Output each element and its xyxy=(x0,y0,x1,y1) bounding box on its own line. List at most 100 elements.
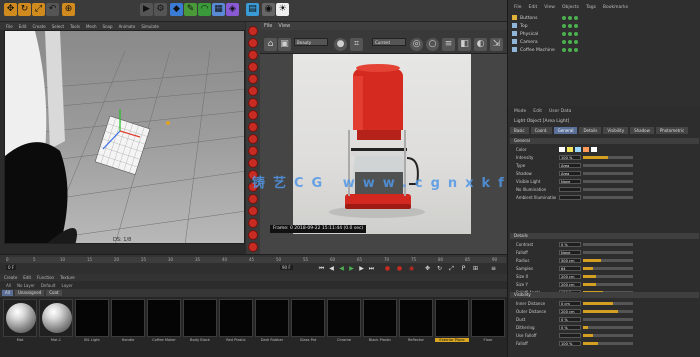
material-slot[interactable]: Chrome xyxy=(327,299,361,353)
property-row[interactable]: Outer Distance 200 cm xyxy=(516,308,696,315)
scene-icon[interactable]: ▤ xyxy=(246,3,259,16)
pv-info-icon[interactable]: ○ xyxy=(426,38,439,51)
object-row[interactable]: Top xyxy=(512,23,697,30)
property-value[interactable]: 0 % xyxy=(559,325,581,330)
param-key-icon[interactable]: P xyxy=(460,265,467,272)
visibility-dot[interactable] xyxy=(562,16,566,20)
pv-export-icon[interactable]: ⇲ xyxy=(490,38,503,51)
property-value[interactable]: 100 % xyxy=(559,155,581,160)
section-details[interactable]: Details xyxy=(510,233,699,239)
goto-start-icon[interactable]: ⏮ xyxy=(318,265,325,272)
end-frame-field[interactable]: 90 F xyxy=(280,265,293,270)
play-icon[interactable]: ▶ xyxy=(348,265,355,272)
am-tab-general[interactable]: General xyxy=(553,127,578,134)
property-value[interactable] xyxy=(559,333,581,338)
property-slider[interactable] xyxy=(583,283,633,286)
property-row[interactable]: Visible Light None xyxy=(516,178,696,185)
property-value[interactable]: 0 cm xyxy=(559,301,581,306)
am-tab-visibility[interactable]: Visibility xyxy=(603,127,629,134)
property-row[interactable]: Use Falloff xyxy=(516,332,696,339)
material-slot[interactable]: Coffee Maker xyxy=(147,299,181,353)
property-slider[interactable] xyxy=(583,326,633,329)
mm-tab-all[interactable]: All xyxy=(2,290,13,296)
property-value[interactable]: None xyxy=(559,179,581,184)
deformer-icon[interactable]: ◈ xyxy=(226,3,239,16)
render-shortcut-icon[interactable] xyxy=(248,146,258,156)
property-slider[interactable] xyxy=(583,318,633,321)
material-slot[interactable]: Reflector xyxy=(399,299,433,353)
property-row[interactable]: Color xyxy=(516,146,696,153)
scale-key-icon[interactable]: ⤢ xyxy=(448,265,455,272)
mm-menu-texture[interactable]: Texture xyxy=(60,275,75,280)
render-shortcut-icon[interactable] xyxy=(248,158,258,168)
property-value[interactable]: 200 cm xyxy=(559,282,581,287)
menubar-item-select[interactable]: Select xyxy=(52,24,64,29)
light-icon[interactable]: ☀ xyxy=(276,3,289,16)
am-tab-coord[interactable]: Coord. xyxy=(530,127,552,134)
section-visibility[interactable]: Visibility xyxy=(510,292,699,298)
goto-end-icon[interactable]: ⏭ xyxy=(368,265,375,272)
render-shortcut-icon[interactable] xyxy=(248,74,258,84)
menubar-item-file[interactable]: File xyxy=(6,24,13,29)
visibility-dots[interactable] xyxy=(562,40,580,47)
am-menu-item[interactable]: Edit xyxy=(533,109,542,117)
om-menu-file[interactable]: File xyxy=(514,5,522,10)
om-menu-bookmarks[interactable]: Bookmarks xyxy=(603,5,628,10)
visibility-dot[interactable] xyxy=(568,32,572,36)
color-swatch[interactable] xyxy=(567,147,573,152)
render-shortcut-icon[interactable] xyxy=(248,50,258,60)
material-slot[interactable]: Mat xyxy=(3,299,37,353)
property-value[interactable]: 0 % xyxy=(559,242,581,247)
material-slot[interactable]: Dark Rubber xyxy=(255,299,289,353)
visibility-dots[interactable] xyxy=(562,16,580,23)
am-tab-photometric[interactable]: Photometric xyxy=(655,127,689,134)
cube-icon[interactable]: ◆ xyxy=(170,3,183,16)
render-shortcut-icon[interactable] xyxy=(248,194,258,204)
render-shortcut-icon[interactable] xyxy=(248,218,258,228)
property-slider[interactable] xyxy=(583,259,633,262)
next-key-icon[interactable]: ▶ xyxy=(358,265,365,272)
render-shortcut-icon[interactable] xyxy=(248,242,258,252)
object-row[interactable]: Camera xyxy=(512,39,697,46)
render-shortcut-icon[interactable] xyxy=(248,122,258,132)
visibility-dot[interactable] xyxy=(574,40,578,44)
property-value[interactable]: 500 cm xyxy=(559,258,581,263)
property-value[interactable]: Area xyxy=(559,163,581,168)
property-slider[interactable] xyxy=(583,302,633,305)
property-slider[interactable] xyxy=(583,310,633,313)
object-row[interactable]: Physical xyxy=(512,31,697,38)
render-settings-icon[interactable]: ⚙ xyxy=(154,3,167,16)
mm-header-item[interactable]: Layer xyxy=(61,283,72,288)
visibility-dot[interactable] xyxy=(568,16,572,20)
om-menu-tags[interactable]: Tags xyxy=(586,5,596,10)
property-row[interactable]: Size Y 200 cm xyxy=(516,281,696,288)
autokey-icon[interactable]: ● xyxy=(396,265,403,272)
property-value[interactable]: 200 cm xyxy=(559,274,581,279)
property-row[interactable]: Size X 200 cm xyxy=(516,273,696,280)
am-tab-basic[interactable]: Basic xyxy=(510,127,529,134)
material-slot[interactable]: Floor xyxy=(471,299,505,353)
visibility-dots[interactable] xyxy=(562,32,580,39)
visibility-dots[interactable] xyxy=(562,48,580,55)
visibility-dot[interactable] xyxy=(562,48,566,52)
material-slot[interactable]: Black Plastic xyxy=(363,299,397,353)
property-slider[interactable] xyxy=(583,164,633,167)
property-slider[interactable] xyxy=(583,251,633,254)
move-key-icon[interactable]: ✥ xyxy=(424,265,431,272)
undo-icon[interactable]: ↶ xyxy=(46,3,59,16)
pv-stop-icon[interactable]: ● xyxy=(334,38,347,51)
color-swatch[interactable] xyxy=(591,147,597,152)
render-shortcut-icon[interactable] xyxy=(248,230,258,240)
nurbs-icon[interactable]: ◠ xyxy=(198,3,211,16)
render-shortcut-icon[interactable] xyxy=(248,134,258,144)
visibility-dot[interactable] xyxy=(574,48,578,52)
pla-key-icon[interactable]: ⊞ xyxy=(472,265,479,272)
visibility-dot[interactable] xyxy=(574,24,578,28)
property-slider[interactable] xyxy=(583,267,633,270)
property-slider[interactable] xyxy=(583,180,633,183)
property-value[interactable] xyxy=(559,187,581,192)
menubar-item-animate[interactable]: Animate xyxy=(119,24,136,29)
material-slot[interactable]: Mat.1 xyxy=(39,299,73,353)
property-slider[interactable] xyxy=(583,275,633,278)
mm-tab-unassigned[interactable]: Unassigned xyxy=(14,290,45,296)
